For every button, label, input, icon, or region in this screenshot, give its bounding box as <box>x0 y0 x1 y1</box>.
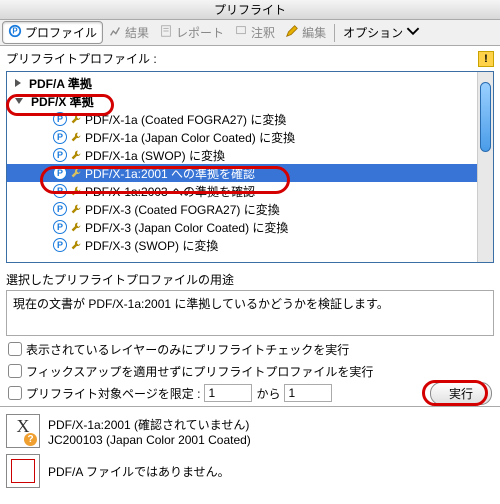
profile-p-icon: P <box>53 220 67 234</box>
wrench-icon <box>69 202 83 216</box>
footer-pdfx: X ? PDF/X-1a:2001 (確認されていません) JC200103 (… <box>6 411 494 451</box>
wrench-icon <box>69 220 83 234</box>
section-header: プリフライトプロファイル : ! <box>0 46 500 69</box>
tree-item-label: PDF/X-1a (Japan Color Coated) に変換 <box>85 129 295 146</box>
opt-label: 表示されているレイヤーのみにプリフライトチェックを実行 <box>26 341 349 358</box>
run-button[interactable]: 実行 <box>430 382 492 405</box>
checkbox[interactable] <box>8 342 22 356</box>
window-titlebar: プリフライト <box>0 0 500 20</box>
options-label: オプション <box>343 24 403 41</box>
question-badge-icon: ? <box>24 433 37 446</box>
tree-group-pdfx[interactable]: PDF/X 準拠 <box>7 92 477 110</box>
svg-text:P: P <box>12 27 17 36</box>
tree-item-label: PDF/X-1a:2003 への準拠を確認 <box>85 183 255 200</box>
profile-p-icon: P <box>53 238 67 252</box>
profile-tree: PDF/A 準拠 PDF/X 準拠 P PDF/X-1a (Coated FOG… <box>6 71 494 263</box>
tree-item-label: PDF/X-1a (Coated FOGRA27) に変換 <box>85 111 286 128</box>
tab-profile[interactable]: P プロファイル <box>2 21 103 44</box>
profile-p-icon: P <box>53 202 67 216</box>
tree-scrollbar[interactable] <box>477 72 493 262</box>
options-menu[interactable]: オプション <box>338 22 425 43</box>
tree-item[interactable]: P PDF/X-3 (Coated FOGRA27) に変換 <box>7 200 477 218</box>
opt-no-fixups[interactable]: フィックスアップを適用せずにプリフライトプロファイルを実行 <box>8 360 492 382</box>
to-label: から <box>256 385 280 402</box>
tree-item-selected[interactable]: P PDF/X-1a:2001 への準拠を確認 <box>7 164 477 182</box>
wrench-icon <box>69 166 83 180</box>
pdfx-status-line1: PDF/X-1a:2001 (確認されていません) <box>48 416 251 433</box>
options-panel: 表示されているレイヤーのみにプリフライトチェックを実行 フィックスアップを適用せ… <box>0 336 500 406</box>
tab-results-label: 結果 <box>125 24 149 41</box>
disclosure-open-icon[interactable] <box>15 98 23 104</box>
scrollbar-thumb[interactable] <box>480 82 491 152</box>
annotation-icon <box>234 24 248 41</box>
profile-icon: P <box>8 24 22 41</box>
tree-item[interactable]: P PDF/X-1a (Coated FOGRA27) に変換 <box>7 110 477 128</box>
window-title: プリフライト <box>214 3 286 17</box>
group-label: PDF/X 準拠 <box>31 93 94 110</box>
tree-item-label: PDF/X-3 (Coated FOGRA27) に変換 <box>85 201 280 218</box>
tree-item[interactable]: P PDF/X-3 (SWOP) に変換 <box>7 236 477 254</box>
checkbox[interactable] <box>8 364 22 378</box>
profile-p-icon: P <box>53 184 67 198</box>
wrench-icon <box>69 148 83 162</box>
edit-label: 編集 <box>302 24 326 41</box>
pdfa-status: PDF/A ファイルではありません。 <box>48 463 230 480</box>
tree-item[interactable]: P PDF/X-1a (Japan Color Coated) に変換 <box>7 128 477 146</box>
results-icon <box>108 24 122 41</box>
tree-item[interactable]: P PDF/X-3 (Japan Color Coated) に変換 <box>7 218 477 236</box>
tab-profile-label: プロファイル <box>25 24 97 41</box>
purpose-text: 現在の文書が PDF/X-1a:2001 に準拠しているかどうかを検証します。 <box>13 297 389 311</box>
tab-annotation-label: 注釈 <box>251 24 275 41</box>
pdfx-icon: X ? <box>6 414 40 448</box>
purpose-heading: 選択したプリフライトプロファイルの用途 <box>0 265 500 290</box>
wrench-icon <box>69 184 83 198</box>
page-from-input[interactable] <box>204 384 252 402</box>
tree-item-label: PDF/X-1a (SWOP) に変換 <box>85 147 225 164</box>
edit-button[interactable]: 編集 <box>280 22 331 43</box>
profile-p-icon: P <box>53 112 67 126</box>
tab-report-label: レポート <box>176 24 224 41</box>
profile-p-icon: P <box>53 166 67 180</box>
disclosure-closed-icon[interactable] <box>15 79 21 87</box>
purpose-description: 現在の文書が PDF/X-1a:2001 に準拠しているかどうかを検証します。 <box>6 290 494 336</box>
opt-label: フィックスアップを適用せずにプリフライトプロファイルを実行 <box>26 363 373 380</box>
profile-p-icon: P <box>53 130 67 144</box>
tree-item-label: PDF/X-1a:2001 への準拠を確認 <box>85 165 255 182</box>
pdfx-status-line2: JC200103 (Japan Color 2001 Coated) <box>48 433 251 447</box>
toolbar-separator <box>334 24 335 42</box>
profile-tree-list[interactable]: PDF/A 準拠 PDF/X 準拠 P PDF/X-1a (Coated FOG… <box>7 72 477 262</box>
toolbar: P プロファイル 結果 レポート 注釈 編集 オプション <box>0 20 500 46</box>
pdfa-icon <box>6 454 40 488</box>
tab-results[interactable]: 結果 <box>103 22 154 43</box>
tree-item[interactable]: P PDF/X-1a:2003 への準拠を確認 <box>7 182 477 200</box>
footer: X ? PDF/X-1a:2001 (確認されていません) JC200103 (… <box>0 406 500 495</box>
group-label: PDF/A 準拠 <box>29 75 92 92</box>
tree-item[interactable]: P PDF/X-1a (SWOP) に変換 <box>7 146 477 164</box>
wrench-icon <box>69 130 83 144</box>
profile-p-icon: P <box>53 148 67 162</box>
wrench-icon <box>69 112 83 126</box>
tree-item-label: PDF/X-3 (Japan Color Coated) に変換 <box>85 219 288 236</box>
tree-group-pdfa[interactable]: PDF/A 準拠 <box>7 74 477 92</box>
wrench-icon <box>69 238 83 252</box>
report-icon <box>159 24 173 41</box>
footer-pdfa: PDF/A ファイルではありません。 <box>6 451 494 491</box>
pencil-icon <box>285 24 299 41</box>
opt-visible-layers[interactable]: 表示されているレイヤーのみにプリフライトチェックを実行 <box>8 338 492 360</box>
tree-item-label: PDF/X-3 (SWOP) に変換 <box>85 237 218 254</box>
tab-annotation[interactable]: 注釈 <box>229 22 280 43</box>
page-to-input[interactable] <box>284 384 332 402</box>
warning-icon[interactable]: ! <box>478 51 494 67</box>
tab-report[interactable]: レポート <box>154 22 229 43</box>
opt-limit-pages[interactable]: プリフライト対象ページを限定 : から 実行 <box>8 382 492 404</box>
chevron-down-icon <box>406 24 420 41</box>
checkbox[interactable] <box>8 386 22 400</box>
preflight-profile-label: プリフライトプロファイル : <box>6 50 157 67</box>
opt-label: プリフライト対象ページを限定 : <box>26 385 200 402</box>
